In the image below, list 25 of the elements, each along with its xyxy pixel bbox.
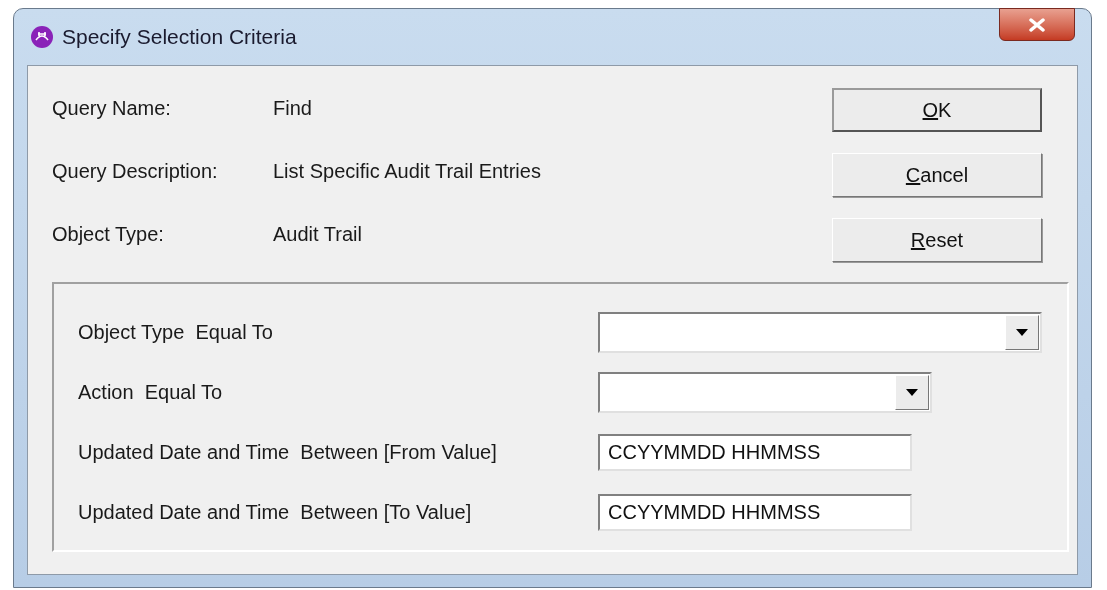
input-field[interactable]: CCYYMMDD HHMMSS: [598, 493, 912, 531]
criteria-label: Updated Date and Time Between [From Value]: [78, 440, 498, 465]
field-label: Query Name:: [52, 96, 172, 120]
criteria-label: Action Equal To: [78, 380, 224, 405]
field-value: List Specific Audit Trail Entries: [273, 159, 541, 183]
dropdown-button[interactable]: [895, 374, 929, 410]
field-value: Audit Trail: [273, 222, 362, 246]
dialog-button[interactable]: Cancel: [832, 153, 1042, 197]
criteria-label: Updated Date and Time Between [To Value]: [78, 500, 473, 525]
caret-icon: [906, 388, 918, 396]
app-icon: [30, 25, 54, 49]
close-button[interactable]: [999, 8, 1075, 41]
dropdown-field[interactable]: [598, 311, 1042, 353]
field-label: Query Description:: [52, 159, 219, 183]
criteria-label: Object Type Equal To: [78, 320, 274, 345]
caret-icon: [1016, 328, 1028, 336]
field-value: Find: [273, 96, 312, 120]
input-field[interactable]: CCYYMMDD HHMMSS: [598, 433, 912, 471]
dropdown-button[interactable]: [1005, 314, 1039, 350]
window-title: Specify Selection Criteria: [62, 24, 297, 51]
field-label: Object Type:: [52, 222, 165, 246]
close-icon: [1028, 17, 1046, 32]
dialog-button[interactable]: OK: [832, 88, 1042, 132]
dialog-button[interactable]: Reset: [832, 218, 1042, 262]
dropdown-field[interactable]: [598, 371, 932, 413]
